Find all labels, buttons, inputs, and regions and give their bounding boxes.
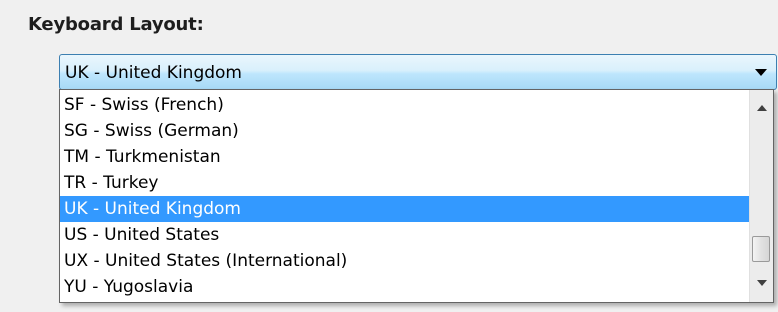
list-item[interactable]: US - United States <box>60 222 750 248</box>
list-item[interactable]: TM - Turkmenistan <box>60 144 750 170</box>
list-item[interactable]: TR - Turkey <box>60 170 750 196</box>
keyboard-layout-combobox[interactable]: UK - United Kingdom <box>59 54 777 90</box>
chevron-down-icon[interactable] <box>755 69 767 76</box>
list-item[interactable]: YU - Yugoslavia <box>60 274 750 300</box>
list-item[interactable]: UX - United States (International) <box>60 248 750 274</box>
scrollbar-thumb[interactable] <box>752 236 770 262</box>
scroll-down-icon[interactable] <box>757 280 767 286</box>
list-item-selected[interactable]: UK - United Kingdom <box>60 196 750 222</box>
keyboard-layout-label: Keyboard Layout: <box>28 14 204 35</box>
option-list: SF - Swiss (French) SG - Swiss (German) … <box>60 92 750 300</box>
scroll-up-icon[interactable] <box>757 105 767 111</box>
keyboard-layout-dropdown-list: SF - Swiss (French) SG - Swiss (German) … <box>59 89 774 303</box>
vertical-scrollbar[interactable] <box>749 90 773 302</box>
list-item[interactable]: SG - Swiss (German) <box>60 118 750 144</box>
list-item[interactable]: SF - Swiss (French) <box>60 92 750 118</box>
combobox-selected-value: UK - United Kingdom <box>65 63 242 83</box>
